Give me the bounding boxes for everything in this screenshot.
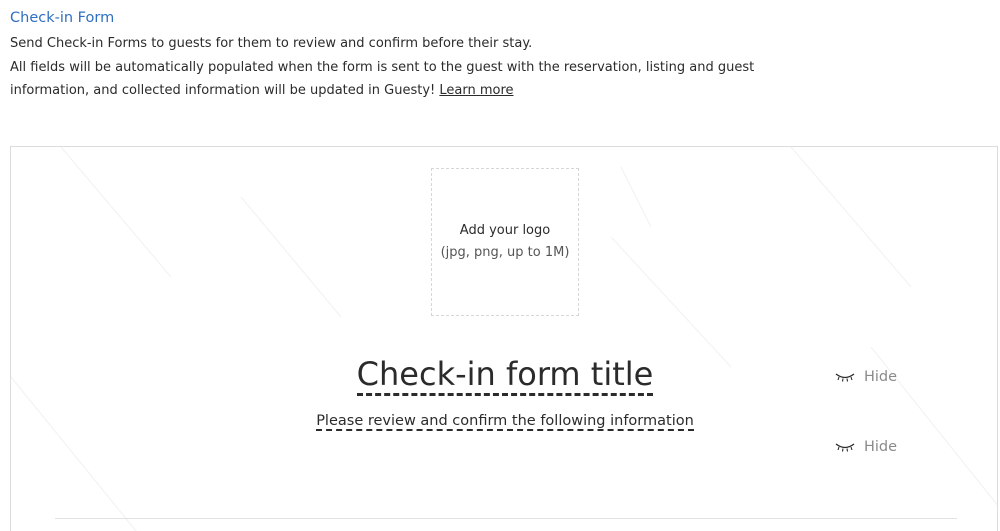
eye-closed-icon bbox=[835, 373, 855, 382]
section-divider bbox=[55, 518, 957, 519]
logo-upload-area[interactable]: Add your logo (jpg, png, up to 1M) bbox=[431, 168, 579, 316]
check-in-form-settings: Check-in Form Send Check-in Forms to gue… bbox=[0, 0, 1000, 531]
hide-subtitle-toggle[interactable]: Hide bbox=[834, 437, 897, 457]
intro-line-2: All fields will be automatically populat… bbox=[10, 56, 780, 103]
form-subtitle-editable[interactable]: Please review and confirm the following … bbox=[316, 413, 694, 431]
intro-section: Check-in Form Send Check-in Forms to gue… bbox=[10, 8, 780, 103]
logo-upload-hint: (jpg, png, up to 1M) bbox=[440, 245, 570, 260]
intro-line-1: Send Check-in Forms to guests for them t… bbox=[10, 36, 533, 51]
form-subtitle-row: Please review and confirm the following … bbox=[11, 411, 997, 431]
form-preview-card: Add your logo (jpg, png, up to 1M) Check… bbox=[10, 146, 998, 531]
section-title[interactable]: Check-in Form bbox=[10, 8, 780, 28]
learn-more-link[interactable]: Learn more bbox=[439, 83, 513, 98]
form-title-editable[interactable]: Check-in form title bbox=[356, 355, 654, 396]
logo-upload-label: Add your logo bbox=[459, 223, 551, 238]
hide-title-toggle[interactable]: Hide bbox=[834, 367, 897, 387]
intro-description: Send Check-in Forms to guests for them t… bbox=[10, 32, 780, 103]
eye-closed-icon bbox=[835, 443, 855, 452]
hide-title-label: Hide bbox=[864, 369, 898, 385]
intro-line-2-text: All fields will be automatically populat… bbox=[10, 59, 755, 99]
hide-subtitle-label: Hide bbox=[864, 439, 898, 455]
